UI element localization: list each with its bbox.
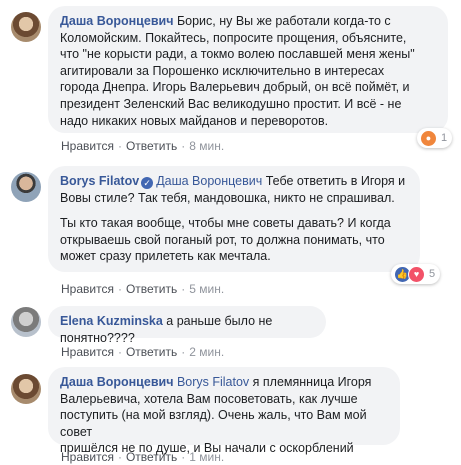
author-name[interactable]: Elena Kuzminska: [60, 314, 163, 328]
like-link[interactable]: Нравится: [61, 282, 114, 296]
avatar[interactable]: [11, 172, 41, 202]
comment-bubble: Elena Kuzminska а раньше было не понятно…: [48, 306, 326, 345]
comment-text: Борис, ну Вы же работали когда-то с Коло…: [60, 14, 415, 128]
comment-actions: Нравится · Ответить · 2 мин.: [61, 345, 225, 359]
reply-link[interactable]: Ответить: [126, 450, 177, 464]
reaction-count: 5: [429, 268, 436, 280]
verified-badge-icon: ✓: [141, 177, 154, 189]
author-name[interactable]: Borys Filatov: [60, 174, 139, 188]
reply-link[interactable]: Ответить: [126, 139, 177, 153]
comment-actions: Нравится · Ответить · 1 мин.: [61, 450, 225, 464]
timestamp[interactable]: 8 мин.: [189, 139, 224, 153]
avatar[interactable]: [11, 12, 41, 42]
avatar[interactable]: [11, 307, 41, 337]
author-name[interactable]: Даша Воронцевич: [60, 375, 173, 389]
timestamp[interactable]: 2 мин.: [189, 345, 224, 359]
comment-actions: Нравится · Ответить · 8 мин.: [61, 139, 225, 153]
mention-link[interactable]: Borys Filatov: [177, 375, 249, 389]
reply-link[interactable]: Ответить: [126, 345, 177, 359]
comment-bubble: Даша Воронцевич Борис, ну Вы же работали…: [48, 6, 448, 133]
reaction-summary[interactable]: 👍 ♥ 5: [391, 264, 441, 284]
timestamp[interactable]: 5 мин.: [189, 282, 224, 296]
reaction-summary[interactable]: ● 1: [417, 128, 453, 148]
reaction-count: 1: [441, 132, 448, 144]
author-name[interactable]: Даша Воронцевич: [60, 14, 173, 28]
comment-actions: Нравится · Ответить · 5 мин.: [61, 282, 225, 296]
love-reaction-icon: ♥: [408, 265, 425, 283]
angry-reaction-icon: ●: [420, 129, 437, 147]
comment-bubble: Даша Воронцевич Borys Filatov я племянни…: [48, 367, 400, 455]
like-link[interactable]: Нравится: [61, 139, 114, 153]
comment-bubble: Borys Filatov ✓ Даша Воронцевич Тебе ответ…: [48, 166, 420, 272]
comment-text-paragraph: Ты кто такая вообще, чтобы мне советы да…: [60, 216, 391, 264]
like-link[interactable]: Нравится: [61, 450, 114, 464]
avatar[interactable]: [11, 374, 41, 404]
reply-link[interactable]: Ответить: [126, 282, 177, 296]
timestamp[interactable]: 1 мин.: [189, 450, 224, 464]
like-link[interactable]: Нравится: [61, 345, 114, 359]
mention-link[interactable]: Даша Воронцевич: [156, 174, 262, 188]
